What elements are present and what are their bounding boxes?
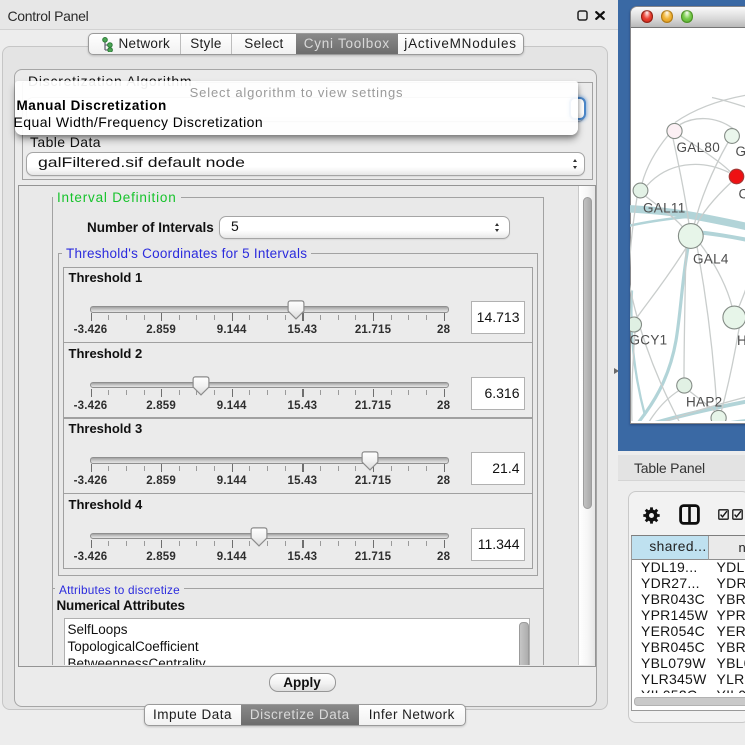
svg-text:HAP2: HAP2 (686, 394, 722, 409)
svg-text:GAL4: GAL4 (693, 251, 729, 266)
svg-text:GAL11: GAL11 (643, 200, 686, 215)
svg-text:GA: GA (736, 144, 745, 159)
svg-text:GAL80: GAL80 (677, 140, 721, 155)
svg-text:C: C (739, 186, 745, 201)
svg-text:HI: HI (737, 333, 745, 348)
svg-text:GCY1: GCY1 (630, 332, 667, 347)
